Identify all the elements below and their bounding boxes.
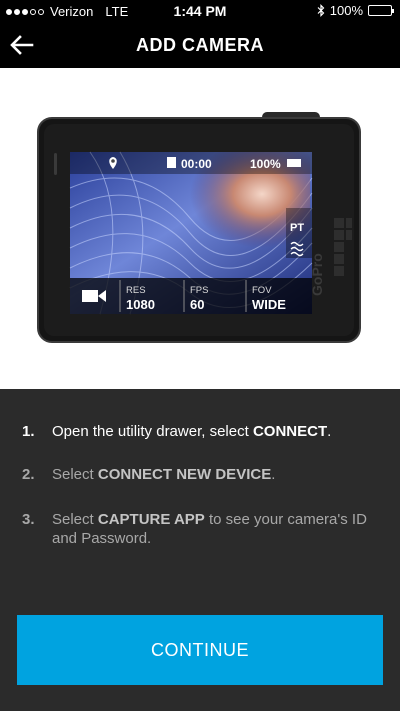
camera-battery-text: 100% [250, 157, 281, 171]
step-3: 3. Select CAPTURE APP to see your camera… [22, 510, 382, 548]
step-number: 1. [22, 423, 35, 440]
battery-icon [368, 5, 394, 16]
page-title: ADD CAMERA [136, 35, 264, 55]
fov-label: FOV [252, 285, 272, 296]
gopro-brand-text: GoPro [309, 253, 325, 296]
step-number: 3. [22, 511, 35, 528]
status-right: 100% [317, 3, 394, 18]
step-text: Select CONNECT NEW DEVICE. [52, 466, 276, 483]
step-number: 2. [22, 466, 35, 483]
status-bar: Verizon LTE 1:44 PM 100% [0, 0, 400, 22]
nav-bar: ADD CAMERA [0, 22, 400, 68]
step-1: 1. Open the utility drawer, select CONNE… [22, 422, 382, 441]
battery-percent: 100% [329, 3, 363, 18]
step-text: Open the utility drawer, select CONNECT. [52, 423, 332, 440]
step-text: Select CAPTURE APP to see your camera's … [52, 511, 367, 547]
res-value: 1080 [126, 297, 155, 312]
protune-label: PT [290, 222, 304, 234]
continue-button[interactable]: CONTINUE [17, 615, 383, 685]
camera-battery-icon [287, 159, 301, 167]
res-label: RES [126, 285, 146, 296]
fps-label: FPS [190, 285, 208, 296]
fps-value: 60 [190, 297, 204, 312]
camera-illustration: 00:00 100% PT RES 1080 FPS 60 FOV WIDE G… [0, 68, 400, 389]
fov-value: WIDE [252, 297, 286, 312]
step-2: 2. Select CONNECT NEW DEVICE. [22, 465, 382, 484]
bluetooth-icon [317, 4, 325, 17]
camera-timer: 00:00 [181, 157, 212, 171]
gopro-camera-image: 00:00 100% PT RES 1080 FPS 60 FOV WIDE G… [37, 112, 361, 343]
sd-card-icon [167, 157, 176, 168]
